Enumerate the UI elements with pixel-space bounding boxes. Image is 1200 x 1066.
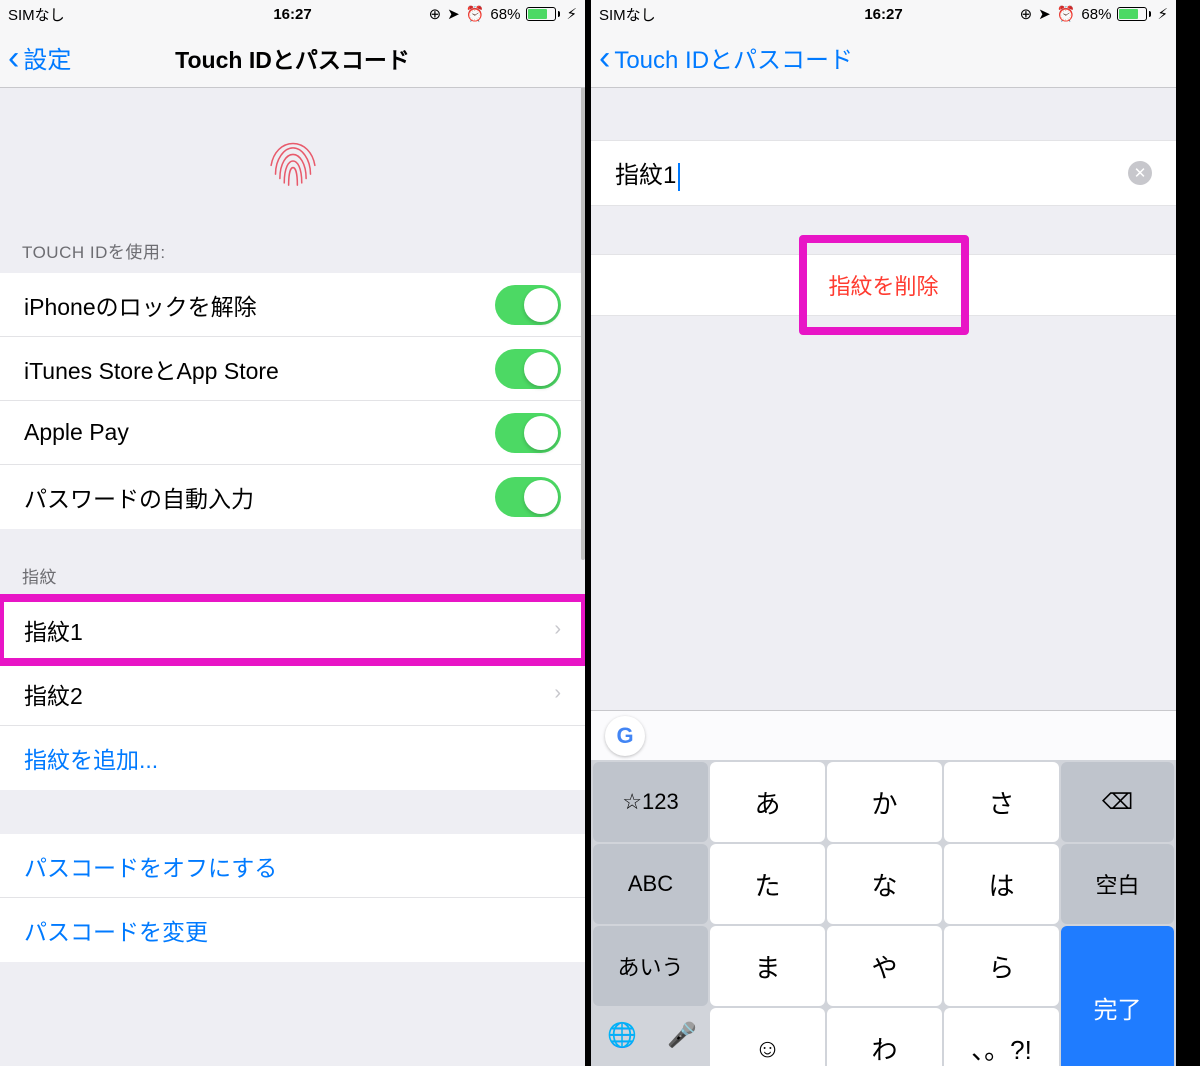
battery-icon (526, 7, 560, 21)
row-label: iPhoneのロックを解除 (24, 288, 257, 322)
row-label: 指紋1 (24, 613, 83, 647)
row-itunes-store[interactable]: iTunes StoreとApp Store (0, 337, 585, 401)
sim-status: SIMなし (8, 4, 65, 25)
row-add-fingerprint[interactable]: 指紋を追加... (0, 726, 585, 790)
scrollbar[interactable] (581, 40, 585, 560)
fingerprint-name-input[interactable]: 指紋1 (615, 155, 680, 191)
back-label: 設定 (23, 40, 71, 75)
alarm-icon: ⏰ (1057, 5, 1076, 23)
key-abc[interactable]: ABC (593, 844, 708, 924)
key-na[interactable]: な (827, 844, 942, 924)
row-fingerprint-2[interactable]: 指紋2 › (0, 662, 585, 726)
delete-label: 指紋を削除 (828, 269, 938, 301)
row-label: 指紋を追加... (24, 741, 158, 775)
sim-status: SIMなし (599, 4, 656, 25)
clock: 16:27 (864, 6, 902, 23)
settings-screen-left: SIMなし 16:27 ⊕ ➤ ⏰ 68% ⚡︎ ‹ 設定 Touch IDとパ… (0, 0, 585, 1066)
status-bar: SIMなし 16:27 ⊕ ➤ ⏰ 68% ⚡︎ (0, 0, 585, 28)
chevron-right-icon: › (554, 618, 561, 641)
back-label: Touch IDとパスコード (614, 40, 853, 75)
key-ta[interactable]: た (710, 844, 825, 924)
row-passcode-off[interactable]: パスコードをオフにする (0, 834, 585, 898)
key-space[interactable]: 空白 (1061, 844, 1174, 924)
orientation-lock-icon: ⊕ (429, 5, 442, 23)
row-apple-pay[interactable]: Apple Pay (0, 401, 585, 465)
charging-icon: ⚡︎ (1157, 5, 1168, 23)
keyboard-bottom-row: 🌐 🎤 (591, 1006, 1176, 1066)
row-label: Apple Pay (24, 419, 129, 446)
chevron-left-icon: ‹ (8, 41, 19, 75)
nav-bar: ‹ 設定 Touch IDとパスコード (0, 28, 585, 88)
row-label: パスコードを変更 (24, 913, 208, 947)
mic-icon: 🎤 (667, 1021, 697, 1050)
keyboard-suggestion-bar: G (591, 710, 1176, 760)
fingerprint-name-input-row[interactable]: 指紋1 ✕ (591, 140, 1176, 206)
fingerprint-icon (258, 126, 328, 196)
back-button[interactable]: ‹ 設定 (8, 40, 71, 75)
key-ya[interactable]: や (827, 926, 942, 1006)
settings-content: TOUCH IDを使用: iPhoneのロックを解除 iTunes Storeと… (0, 126, 585, 962)
status-left: SIMなし (599, 4, 656, 25)
row-passcode-change[interactable]: パスコードを変更 (0, 898, 585, 962)
alarm-icon: ⏰ (466, 5, 485, 23)
battery-icon (1117, 7, 1151, 21)
globe-icon: 🌐 (607, 1021, 637, 1050)
key-backspace[interactable]: ⌫ (1061, 762, 1174, 842)
switch-iphone-unlock[interactable] (495, 285, 561, 325)
row-label: 指紋2 (24, 677, 83, 711)
status-right: ⊕ ➤ ⏰ 68% ⚡︎ (429, 5, 577, 23)
key-aiu[interactable]: あいう (593, 926, 708, 1006)
nav-bar: ‹ Touch IDとパスコード (591, 28, 1176, 88)
charging-icon: ⚡︎ (566, 5, 577, 23)
clear-text-icon[interactable]: ✕ (1128, 161, 1152, 185)
backspace-icon: ⌫ (1102, 789, 1133, 815)
row-fingerprint-1[interactable]: 指紋1 › (0, 598, 585, 662)
key-globe[interactable]: 🌐 (593, 1006, 651, 1064)
key-ka[interactable]: か (827, 762, 942, 842)
chevron-left-icon: ‹ (599, 41, 610, 75)
clock: 16:27 (273, 6, 311, 23)
switch-apple-pay[interactable] (495, 413, 561, 453)
chevron-right-icon: › (554, 682, 561, 705)
row-label: パスワードの自動入力 (24, 480, 254, 514)
back-button[interactable]: ‹ Touch IDとパスコード (599, 40, 853, 75)
row-label: iTunes StoreとApp Store (24, 352, 279, 386)
key-numbers[interactable]: ☆123 (593, 762, 708, 842)
status-bar: SIMなし 16:27 ⊕ ➤ ⏰ 68% ⚡︎ (591, 0, 1176, 28)
keyboard: G ☆123 あ か さ ⌫ ABC た な は 空白 あいう ま や ら 完了… (591, 710, 1176, 1066)
status-left: SIMなし (8, 4, 65, 25)
row-password-autofill[interactable]: パスワードの自動入力 (0, 465, 585, 529)
battery-percent: 68% (1081, 6, 1111, 23)
row-iphone-unlock[interactable]: iPhoneのロックを解除 (0, 273, 585, 337)
status-right: ⊕ ➤ ⏰ 68% ⚡︎ (1020, 5, 1168, 23)
orientation-lock-icon: ⊕ (1020, 5, 1033, 23)
use-touchid-header: TOUCH IDを使用: (0, 230, 585, 273)
key-a[interactable]: あ (710, 762, 825, 842)
text-cursor (678, 163, 680, 191)
switch-password-autofill[interactable] (495, 477, 561, 517)
key-sa[interactable]: さ (944, 762, 1059, 842)
row-label: パスコードをオフにする (24, 849, 277, 883)
key-mic[interactable]: 🎤 (653, 1006, 711, 1064)
touchid-toggle-group: iPhoneのロックを解除 iTunes StoreとApp Store App… (0, 273, 585, 529)
page-title: Touch IDとパスコード (175, 41, 410, 75)
delete-fingerprint-section: 指紋を削除 (591, 254, 1176, 316)
battery-percent: 68% (490, 6, 520, 23)
location-icon: ➤ (1038, 5, 1051, 23)
location-icon: ➤ (447, 5, 460, 23)
switch-itunes-store[interactable] (495, 349, 561, 389)
key-ra[interactable]: ら (944, 926, 1059, 1006)
fingerprint-edit-screen-right: SIMなし 16:27 ⊕ ➤ ⏰ 68% ⚡︎ ‹ Touch IDとパスコー… (591, 0, 1176, 1066)
delete-fingerprint-button[interactable]: 指紋を削除 (591, 254, 1176, 316)
google-icon[interactable]: G (605, 716, 645, 756)
passcode-group: パスコードをオフにする パスコードを変更 (0, 834, 585, 962)
fingerprints-header: 指紋 (0, 529, 585, 598)
key-ha[interactable]: は (944, 844, 1059, 924)
fingerprints-group: 指紋1 › 指紋2 › 指紋を追加... (0, 598, 585, 790)
key-ma[interactable]: ま (710, 926, 825, 1006)
